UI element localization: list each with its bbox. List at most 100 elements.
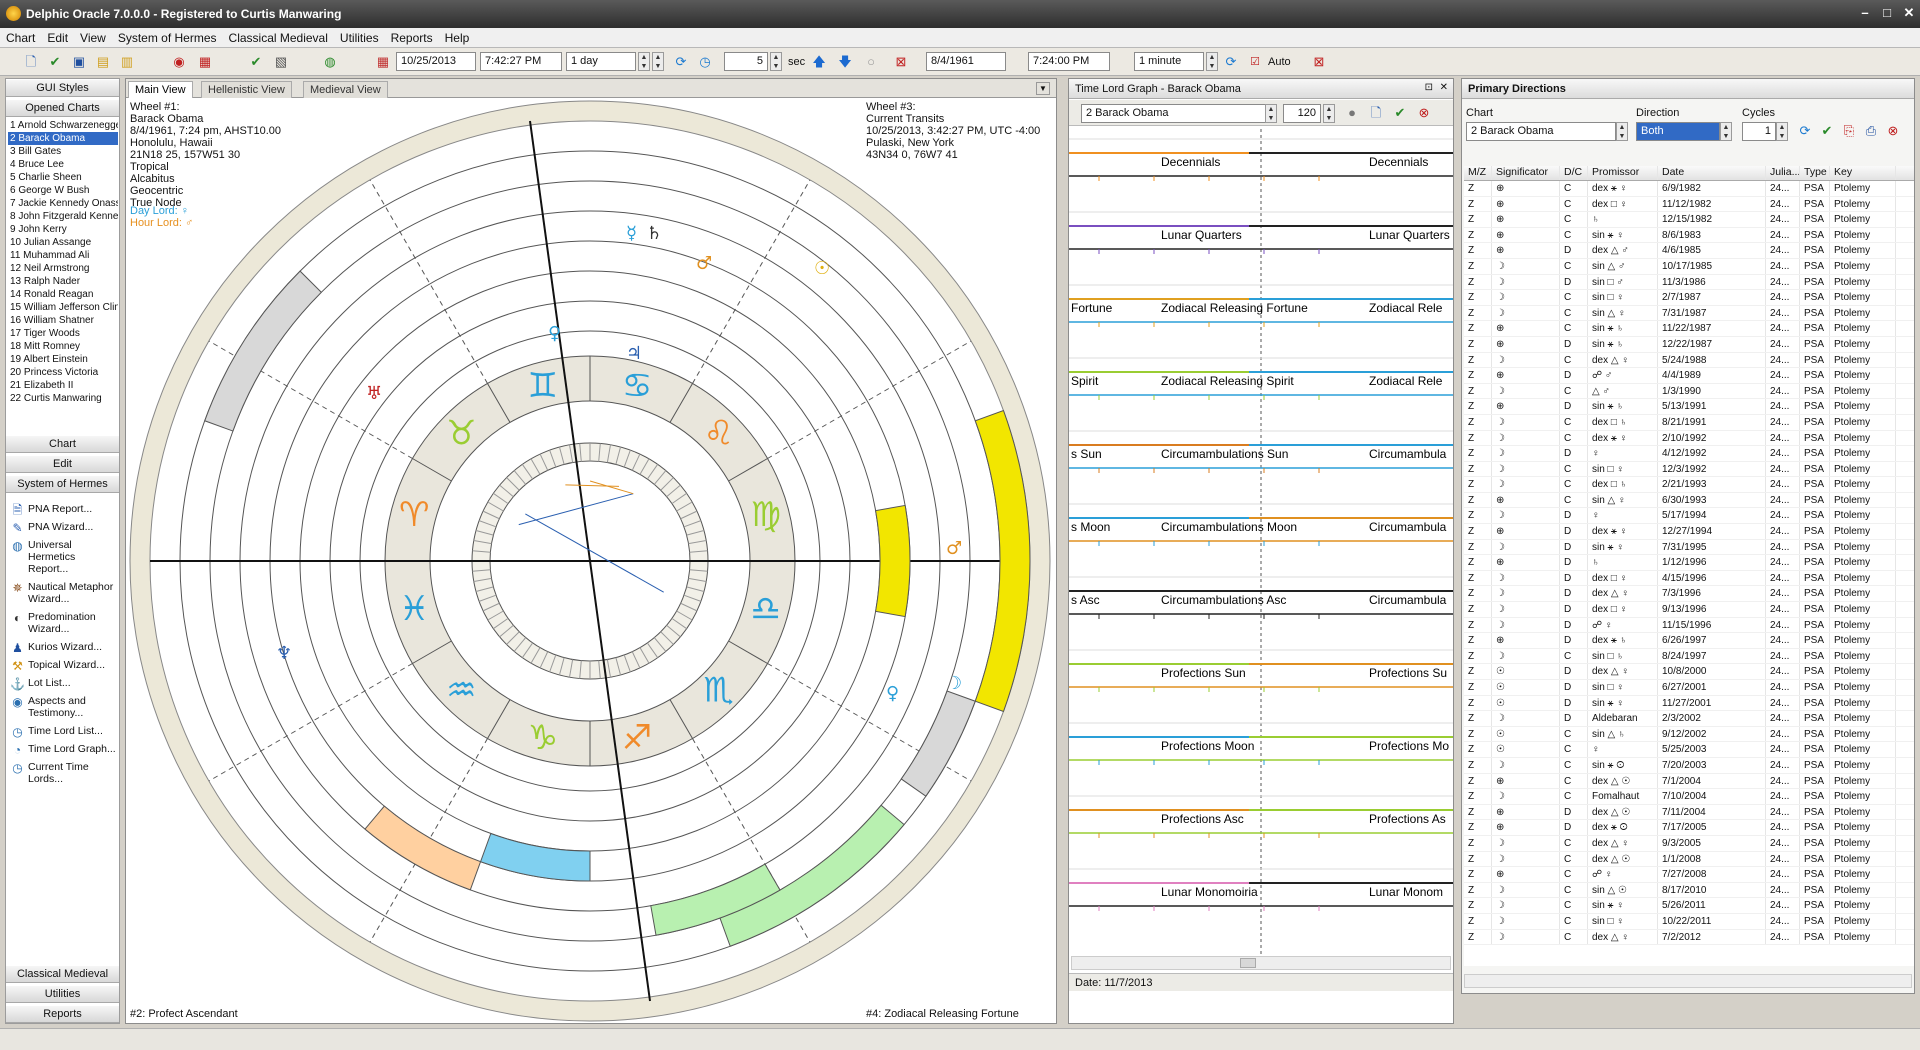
table-row[interactable]: Z ⊕ Dsin ⚹ ♄ 12/22/1987 24... PSA Ptolemy — [1464, 336, 1914, 353]
column-header[interactable]: Date — [1658, 166, 1766, 180]
chart-wheel[interactable]: ♈ ♉ ♊ ♋ ♌ ♍ ♎ ♏ ♐ ♑ ♒ ♓ ☿ ♄ ♂ ♀ ♃ ☉ ♂ ☽ ♀ ♆ ♅ — [126, 99, 1056, 1023]
table-row[interactable]: Z ☉ Ddex △ ♀ 10/8/2000 24... PSA Ptolemy — [1464, 664, 1914, 680]
table-row[interactable]: Z ⊕ C ☍ ♀ 7/27/2008 24... PSA Ptolemy — [1464, 867, 1914, 883]
menu-utilities[interactable]: Utilities — [334, 28, 385, 45]
planet-glyph[interactable]: ☉ — [814, 258, 830, 279]
interval-spinner[interactable]: ▲ ▼ — [770, 52, 782, 71]
tool-aspects-and-testimony[interactable]: ◉ Aspects and Testimony... — [8, 695, 118, 719]
calendar-icon[interactable]: ▦ — [374, 53, 392, 71]
tool-nautical-metaphor-wizard[interactable]: ✵ Nautical Metaphor Wizard... — [8, 581, 118, 605]
compare-icon[interactable]: ▧ — [272, 53, 290, 71]
direction-spinner[interactable]: ▲ ▼ — [1720, 122, 1732, 141]
step-spinner-1[interactable]: ▲ ▼ — [638, 52, 650, 71]
zoom-field[interactable]: 120 — [1283, 104, 1321, 123]
arrow-up-icon[interactable]: 🡅 — [810, 53, 828, 71]
table-row[interactable]: Z ☽ Cdex △ ♀ 5/24/1988 24... PSA Ptolemy — [1464, 352, 1914, 369]
column-header[interactable]: M/Z — [1464, 166, 1492, 180]
zodiac-sign-glyph[interactable]: ♈ — [399, 495, 429, 535]
tool-universal-hermetics-report[interactable]: ◍ Universal Hermetics Report... — [8, 539, 118, 575]
menu-classical-medieval[interactable]: Classical Medieval — [223, 28, 334, 45]
refresh-icon[interactable]: ✔ — [1391, 104, 1409, 122]
chart-list-item[interactable]: 7 Jackie Kennedy Onassis — [8, 197, 118, 210]
zodiac-sign-glyph[interactable]: ♍ — [751, 495, 781, 535]
chart-list-item[interactable]: 8 John Fitzgerald Kennedy — [8, 210, 118, 223]
table-row[interactable]: Z ☽ Csin ⚹ ☉ 7/20/2003 24... PSA Ptolemy — [1464, 757, 1914, 774]
time-lord-graph[interactable]: Decennials Decennials Lunar Quarters Lunar … — [1069, 129, 1453, 959]
chart-list-item[interactable]: 6 George W Bush — [8, 184, 118, 197]
planet-glyph[interactable]: ♅ — [366, 383, 382, 404]
chart-list-item[interactable]: 18 Mitt Romney — [8, 340, 118, 353]
chart-list-item[interactable]: 17 Tiger Woods — [8, 327, 118, 340]
stop-pd-icon[interactable]: ⊗ — [1884, 122, 1902, 140]
animate-icon[interactable]: ⟳ — [672, 53, 690, 71]
zodiac-sign-glyph[interactable]: ♒ — [446, 671, 476, 711]
chart-list-item[interactable]: 5 Charlie Sheen — [8, 171, 118, 184]
check-icon[interactable]: ✔ — [247, 53, 265, 71]
interval-count[interactable]: 5 — [724, 52, 768, 71]
menu-chart[interactable]: Chart — [0, 28, 41, 45]
stop-circle-icon[interactable]: ○ — [862, 53, 880, 71]
horizontal-scrollbar[interactable] — [1071, 956, 1451, 970]
table-row[interactable]: Z ☽ Cdex △ ♀ 9/3/2005 24... PSA Ptolemy — [1464, 835, 1914, 852]
tool-time-lord-list[interactable]: ◷ Time Lord List... — [8, 725, 118, 739]
table-row[interactable]: Z ☉ Csin △ ♄ 9/12/2002 24... PSA Ptolemy — [1464, 726, 1914, 743]
chart-list-item[interactable]: 13 Ralph Nader — [8, 275, 118, 288]
table-row[interactable]: Z ☽ Csin □ ♀ 2/7/1987 24... PSA Ptolemy — [1464, 290, 1914, 306]
chart-list-item[interactable]: 4 Bruce Lee — [8, 158, 118, 171]
chart-list-item[interactable]: 9 John Kerry — [8, 223, 118, 236]
zodiac-sign-glyph[interactable]: ♌ — [703, 413, 733, 453]
zodiac-sign-glyph[interactable]: ♉ — [446, 413, 476, 453]
step-select-1[interactable]: 1 day — [566, 52, 636, 71]
clock-now-icon[interactable]: ◷ — [696, 53, 714, 71]
chart-list-item[interactable]: 11 Muhammad Ali — [8, 249, 118, 262]
cycles-field[interactable]: 1 — [1742, 122, 1776, 141]
table-row[interactable]: Z ⊕ Ddex ⚹ ♄ 6/26/1997 24... PSA Ptolemy — [1464, 633, 1914, 649]
pin-icon[interactable]: ⊡ — [1425, 82, 1433, 93]
column-header[interactable]: Type — [1800, 166, 1830, 180]
table-row[interactable]: Z ☽ Cdex △ ♀ 7/2/2012 24... PSA Ptolemy — [1464, 929, 1914, 946]
tool-pna-wizard[interactable]: ✎ PNA Wizard... — [8, 521, 118, 535]
table-row[interactable]: Z ⊕ Ddex ⚹ ♀ 12/27/1994 24... PSA Ptolemy — [1464, 524, 1914, 540]
table-row[interactable]: Z ☽ C △ ♂ 1/3/1990 24... PSA Ptolemy — [1464, 383, 1914, 400]
table-row[interactable]: Z ☉ Dsin ⚹ ♀ 11/27/2001 24... PSA Ptolemy — [1464, 695, 1914, 712]
tab-main-view[interactable]: Main View — [128, 81, 193, 98]
zodiac-sign-glyph[interactable]: ♎ — [751, 589, 781, 629]
step-select-2[interactable]: 1 minute — [1134, 52, 1204, 71]
close-icon[interactable]: ✕ — [1900, 5, 1918, 21]
table-row[interactable]: Z ☽ D Aldebaran 2/3/2002 24... PSA Ptolemy — [1464, 711, 1914, 727]
tab-medieval-view[interactable]: Medieval View — [303, 81, 388, 98]
menu-view[interactable]: View — [74, 28, 112, 45]
section-utilities[interactable]: Utilities — [6, 985, 119, 1003]
arrow-down-icon[interactable]: 🡇 — [836, 53, 854, 71]
table-row[interactable]: Z ☽ Cdex ⚹ ♀ 2/10/1992 24... PSA Ptolemy — [1464, 430, 1914, 447]
new-chart-icon[interactable]: 🗋 — [22, 53, 40, 71]
table-row[interactable]: Z ☽ D ♀ 5/17/1994 24... PSA Ptolemy — [1464, 508, 1914, 525]
chart-list-item[interactable]: 10 Julian Assange — [8, 236, 118, 249]
planet-glyph[interactable]: ♃ — [626, 343, 642, 364]
open-chart-icon[interactable]: ✔ — [46, 53, 64, 71]
tabs-dropdown-icon[interactable]: ▼ — [1036, 82, 1050, 95]
step-spinner-1b[interactable]: ▲ ▼ — [652, 52, 664, 71]
table-row[interactable]: Z ☽ C Fomalhaut 7/10/2004 24... PSA Ptolemy — [1464, 789, 1914, 805]
table-row[interactable]: Z ☽ Cdex □ ♄ 8/21/1991 24... PSA Ptolemy — [1464, 414, 1914, 431]
section-edit[interactable]: Edit — [6, 455, 119, 473]
table-row[interactable]: Z ☽ Csin △ ☉ 8/17/2010 24... PSA Ptolemy — [1464, 882, 1914, 899]
date-field-2[interactable]: 8/4/1961 — [926, 52, 1006, 71]
tool-current-time-lords[interactable]: ◷ Current Time Lords... — [8, 761, 118, 785]
planet-glyph[interactable]: ♆ — [276, 643, 292, 664]
menu-help[interactable]: Help — [439, 28, 476, 45]
table-row[interactable]: Z ⊕ Ddex ⚹ ☉ 7/17/2005 24... PSA Ptolemy — [1464, 820, 1914, 836]
chart-list-item[interactable]: 1 Arnold Schwarzenegger — [8, 119, 118, 132]
tool-topical-wizard[interactable]: ⚒ Topical Wizard... — [8, 659, 118, 673]
chart-list-item[interactable]: 21 Elizabeth II — [8, 379, 118, 392]
column-header[interactable]: Key — [1830, 166, 1896, 180]
column-header[interactable]: D/C — [1560, 166, 1588, 180]
close-animation-2-icon[interactable]: ⊠ — [1310, 53, 1328, 71]
table-row[interactable]: Z ☉ Dsin □ ♀ 6/27/2001 24... PSA Ptolemy — [1464, 680, 1914, 696]
tool-predomination-wizard[interactable]: ◐ Predomination Wizard... — [8, 611, 118, 635]
zodiac-sign-glyph[interactable]: ♊ — [528, 366, 558, 406]
table-row[interactable]: Z ☽ Csin □ ♀ 10/22/2011 24... PSA Ptolemy — [1464, 913, 1914, 930]
animate-2-icon[interactable]: ⟳ — [1222, 53, 1240, 71]
chart-list-item[interactable]: 14 Ronald Reagan — [8, 288, 118, 301]
tab-hellenistic-view[interactable]: Hellenistic View — [201, 81, 292, 98]
